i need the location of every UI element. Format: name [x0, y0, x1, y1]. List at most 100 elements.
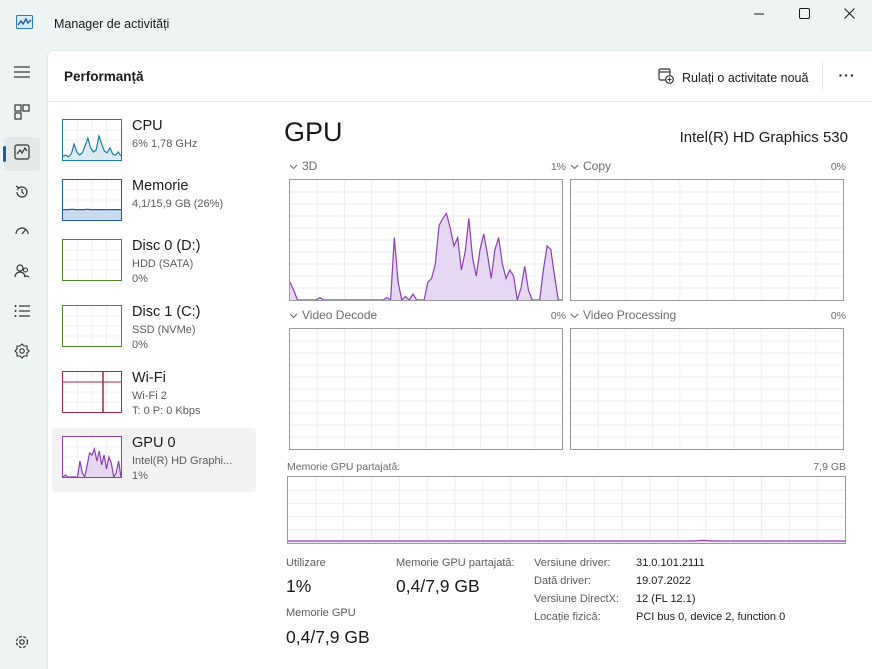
close-icon: [843, 6, 855, 24]
graph-3d-label[interactable]: 3D: [289, 159, 317, 173]
driver-version-label: Versiune driver:: [534, 557, 611, 569]
services-icon: [14, 342, 30, 364]
directx-version-label: Versiune DirectX:: [534, 593, 619, 605]
graph-video-processing: [570, 328, 844, 450]
chevron-down-icon: [289, 308, 298, 322]
device-name: CPU: [132, 118, 163, 134]
utilization-value: 1%: [286, 576, 312, 596]
gpu-memory-value: 0,4/7,9 GB: [286, 627, 370, 647]
graph-video-decode-label[interactable]: Video Decode: [289, 308, 377, 322]
device-thumbnail-fill: [63, 209, 121, 220]
graph-copy-label[interactable]: Copy: [570, 159, 611, 173]
graph-video-decode: [289, 328, 563, 450]
device-thumbnail-chart: [63, 240, 121, 280]
device-name: Disc 1 (C:): [132, 304, 201, 320]
graph-3d-percent: 1%: [550, 161, 566, 173]
shared-memory-graph: [287, 476, 846, 544]
hamburger-menu-button[interactable]: [4, 57, 40, 91]
nav-app-history[interactable]: [4, 177, 40, 211]
nav-performance[interactable]: [4, 137, 40, 171]
nav-services[interactable]: [4, 336, 40, 370]
device-sub2: 1%: [132, 470, 148, 482]
device-thumbnail: [62, 239, 122, 281]
device-thumbnail-chart: [63, 120, 121, 160]
device-item-0[interactable]: CPU 6% 1,78 GHz: [52, 111, 256, 175]
device-item-2[interactable]: Disc 0 (D:) HDD (SATA) 0%: [52, 231, 256, 295]
directx-version-value: 12 (FL 12.1): [636, 593, 696, 605]
app-history-icon: [14, 184, 30, 205]
device-thumbnail: [62, 179, 122, 221]
driver-version-value: 31.0.101.2111: [636, 557, 705, 569]
chevron-down-icon: [289, 159, 298, 173]
graph-copy-percent: 0%: [830, 161, 846, 173]
window-title: Manager de activități: [54, 17, 170, 31]
minimize-button[interactable]: [736, 0, 782, 30]
nav-startup-apps[interactable]: [4, 216, 40, 250]
chevron-down-icon: [570, 308, 579, 322]
gpu-memory-label: Memorie GPU: [286, 607, 356, 619]
title-bar: Manager de activități: [0, 0, 872, 48]
task-manager-app-icon: [16, 15, 33, 29]
startup-apps-icon: [14, 223, 30, 244]
more-options-button[interactable]: ···: [834, 63, 860, 89]
shared-memory-line: [288, 539, 845, 542]
close-button[interactable]: [826, 0, 872, 30]
shared-memory-label: Memorie GPU partajată:: [396, 557, 515, 569]
device-thumbnail-chart: [63, 306, 121, 346]
device-name: Memorie: [132, 178, 189, 194]
physical-location-value: PCI bus 0, device 2, function 0: [636, 611, 786, 623]
device-thumbnail: [62, 371, 122, 413]
device-item-4[interactable]: Wi-Fi Wi-Fi 2 T: 0 P: 0 Kbps: [52, 363, 256, 427]
shared-memory-graph-max: 7,9 GB: [813, 461, 846, 473]
nav-processes[interactable]: [4, 97, 40, 131]
gpu-title: GPU: [284, 117, 343, 147]
device-sub1: HDD (SATA): [132, 258, 194, 270]
users-icon: [14, 263, 30, 284]
main-panel: Performanță Rulați o activitate nouă ···…: [47, 50, 872, 669]
chevron-down-icon: [570, 159, 579, 173]
physical-location-label: Locație fizică:: [534, 611, 601, 623]
device-thumbnail: [62, 305, 122, 347]
device-sub2: T: 0 P: 0 Kbps: [132, 405, 201, 417]
page-header: Performanță Rulați o activitate nouă ···: [48, 51, 872, 102]
device-thumbnail-chart: [63, 180, 121, 220]
maximize-icon: [798, 6, 810, 24]
device-name: Disc 0 (D:): [132, 238, 201, 254]
nav-settings[interactable]: [4, 627, 40, 661]
shared-memory-value: 0,4/7,9 GB: [396, 576, 480, 596]
device-thumbnail-chart: [63, 437, 121, 477]
graph-video-processing-percent: 0%: [830, 310, 846, 322]
device-thumbnail-chart: [63, 372, 121, 412]
nav-users[interactable]: [4, 256, 40, 290]
minimize-icon: [754, 6, 764, 24]
graph-copy: [570, 179, 844, 301]
utilization-label: Utilizare: [286, 557, 326, 569]
graph-3d: [289, 179, 563, 301]
maximize-button[interactable]: [781, 0, 827, 30]
driver-date-label: Dată driver:: [534, 575, 591, 587]
hamburger-menu-icon: [14, 65, 30, 83]
nav-details[interactable]: [4, 296, 40, 330]
device-item-1[interactable]: Memorie 4,1/15,9 GB (26%): [52, 171, 256, 235]
details-icon: [14, 304, 30, 323]
device-name: GPU 0: [132, 435, 176, 451]
graph-video-processing-label[interactable]: Video Processing: [570, 308, 676, 322]
graph-3d-chart: [290, 180, 562, 300]
device-sub1: Intel(R) HD Graphi...: [132, 455, 233, 467]
device-sub1: Wi-Fi 2: [132, 390, 167, 402]
device-sub2: 0%: [132, 273, 148, 285]
device-sub1: SSD (NVMe): [132, 324, 196, 336]
run-new-task-button[interactable]: Rulați o activitate nouă: [658, 68, 808, 87]
driver-date-value: 19.07.2022: [636, 575, 692, 587]
header-divider: [822, 63, 823, 89]
gpu-model: Intel(R) HD Graphics 530: [679, 129, 848, 146]
settings-icon: [14, 634, 30, 655]
device-item-3[interactable]: Disc 1 (C:) SSD (NVMe) 0%: [52, 297, 256, 361]
device-thumbnail: [62, 436, 122, 478]
device-item-5[interactable]: GPU 0 Intel(R) HD Graphi... 1%: [52, 428, 256, 492]
page-title: Performanță: [64, 69, 144, 84]
run-task-icon: [658, 68, 674, 87]
device-sub2: 0%: [132, 339, 148, 351]
run-task-label: Rulați o activitate nouă: [682, 70, 809, 85]
performance-icon: [14, 143, 30, 165]
